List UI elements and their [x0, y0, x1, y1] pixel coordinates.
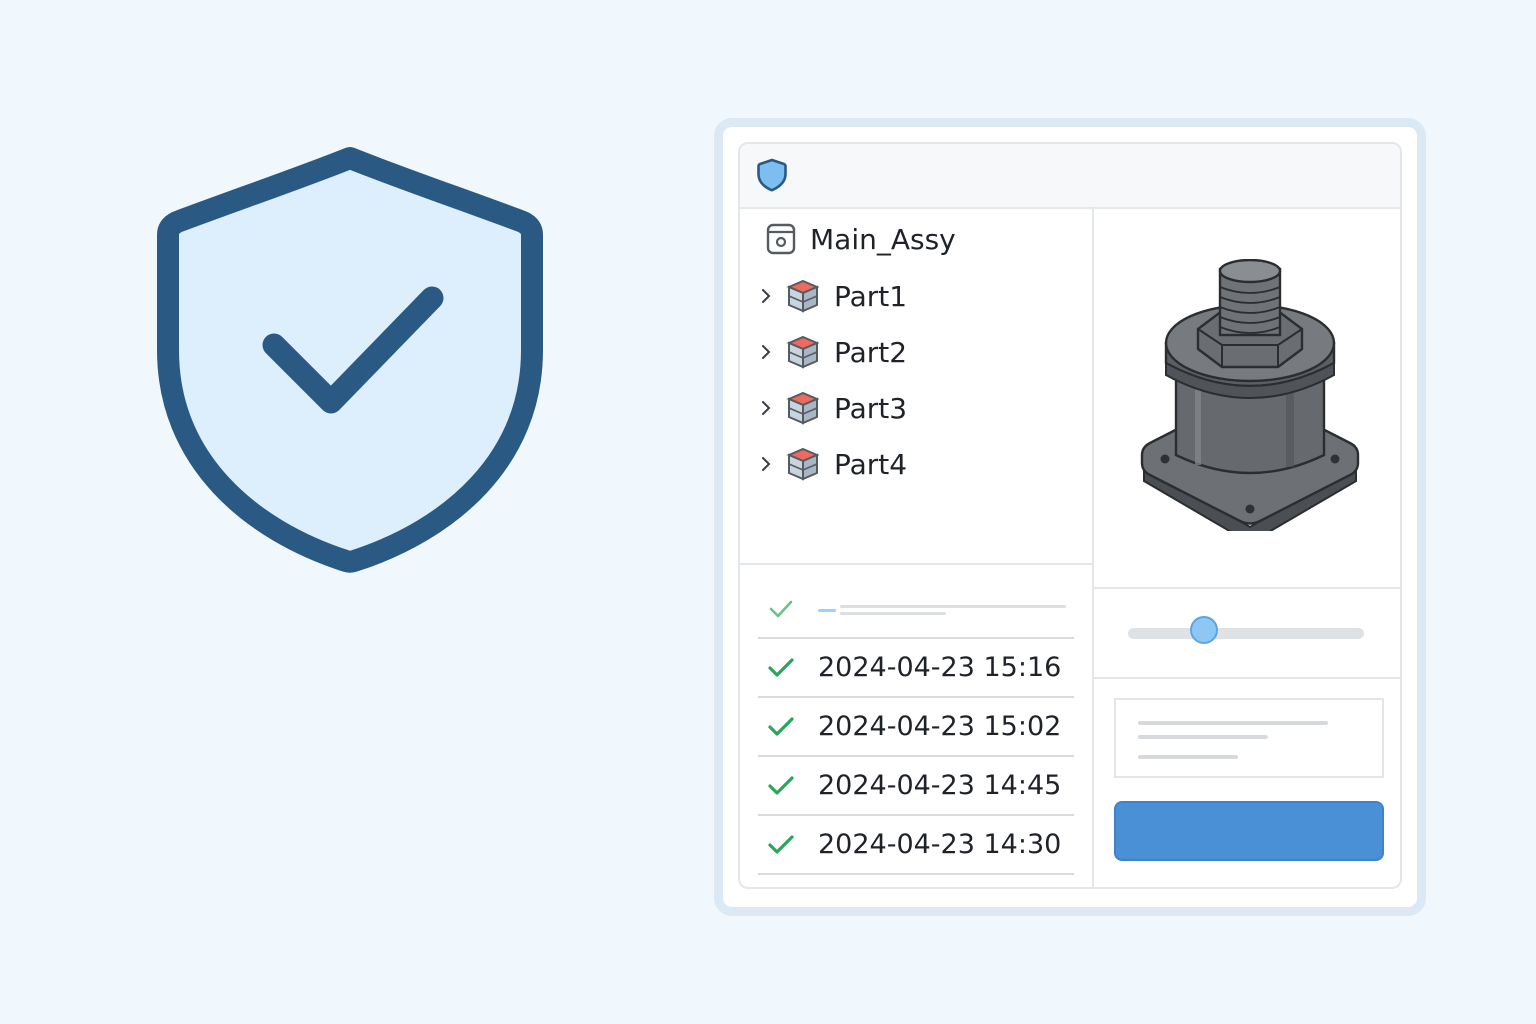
part-icon: [786, 335, 820, 369]
slider-area: [1094, 589, 1400, 679]
check-icon: [768, 775, 794, 795]
part-icon: [786, 447, 820, 481]
chevron-right-icon[interactable]: [756, 286, 776, 306]
check-icon: [769, 600, 793, 617]
check-icon: [768, 657, 794, 677]
check-icon: [768, 716, 794, 736]
app-window: Main_Assy Part1 Part2 Part3 Part4 2024-0…: [738, 142, 1402, 889]
history-row[interactable]: 2024-04-23 15:16: [758, 639, 1074, 698]
check-icon: [768, 834, 794, 854]
history-timestamp: 2024-04-23 14:30: [818, 829, 1062, 860]
shield-check-icon: [157, 147, 543, 573]
chevron-right-icon[interactable]: [756, 454, 776, 474]
history-row[interactable]: 2024-04-23 14:45: [758, 757, 1074, 816]
tree-item-label: Part4: [834, 447, 908, 481]
feature-tree: Main_Assy Part1 Part2 Part3 Part4: [740, 207, 1092, 565]
history-row-placeholder: [758, 580, 1074, 639]
part-icon: [786, 391, 820, 425]
mechanical-part-render: [1140, 259, 1360, 531]
shield-icon[interactable]: [755, 157, 789, 193]
save-history-list: 2024-04-23 15:16 2024-04-23 15:02 2024-0…: [758, 580, 1074, 875]
history-row[interactable]: 2024-04-23 14:30: [758, 816, 1074, 875]
chevron-right-icon[interactable]: [756, 398, 776, 418]
tree-item-label: Part2: [834, 335, 908, 369]
slider-thumb[interactable]: [1189, 616, 1218, 644]
assembly-icon: [766, 223, 796, 255]
tree-item-part1[interactable]: Part1: [756, 274, 907, 318]
tree-item-part3[interactable]: Part3: [756, 386, 907, 430]
description-panel: [1114, 698, 1384, 778]
history-timestamp: 2024-04-23 15:02: [818, 711, 1062, 742]
history-row[interactable]: 2024-04-23 15:02: [758, 698, 1074, 757]
history-timestamp: 2024-04-23 15:16: [818, 652, 1062, 683]
skeleton-text: [818, 599, 1068, 619]
model-preview-viewport[interactable]: [1094, 207, 1400, 589]
tree-item-label: Part1: [834, 279, 908, 313]
tree-item-part4[interactable]: Part4: [756, 442, 907, 486]
part-icon: [786, 279, 820, 313]
tree-root-main-assy[interactable]: Main_Assy: [764, 219, 956, 259]
chevron-right-icon[interactable]: [756, 342, 776, 362]
title-bar: [740, 144, 1400, 209]
tree-item-part2[interactable]: Part2: [756, 330, 907, 374]
primary-action-button[interactable]: [1114, 801, 1384, 861]
tree-root-label: Main_Assy: [810, 222, 956, 256]
tree-item-label: Part3: [834, 391, 908, 425]
slider-track[interactable]: [1128, 628, 1364, 639]
history-timestamp: 2024-04-23 14:45: [818, 770, 1062, 801]
